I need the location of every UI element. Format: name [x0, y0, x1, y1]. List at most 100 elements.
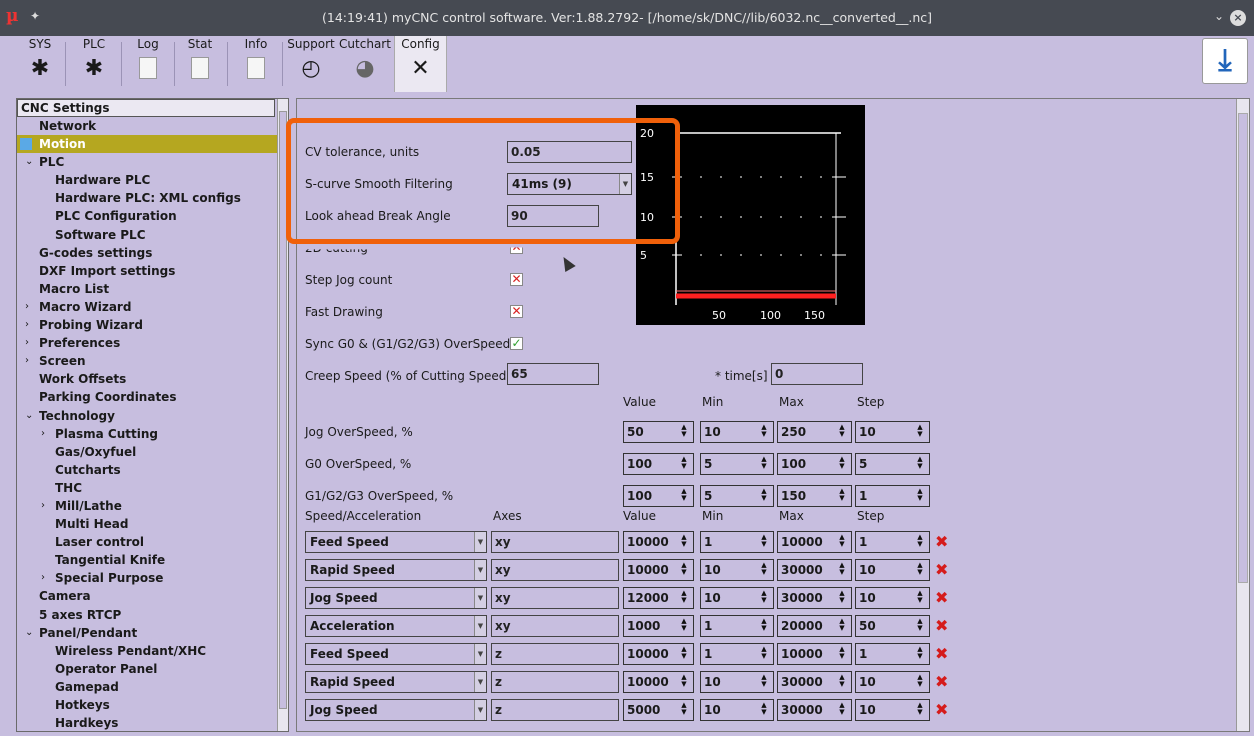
speed-max-spin[interactable]: 10000 ▲ ▼: [777, 531, 852, 553]
settings-tree[interactable]: CNC Settings Network Motion ⌄ PLC Hardware P…: [16, 98, 289, 732]
overspeed-step-spin[interactable]: 5 ▲ ▼: [855, 453, 930, 475]
overspeed-value-spin[interactable]: 100 ▲ ▼: [623, 485, 694, 507]
chevron-down-icon[interactable]: ⌄: [1214, 9, 1224, 23]
collapse-icon[interactable]: ›: [41, 569, 45, 587]
time-input[interactable]: 0: [771, 363, 863, 385]
tree-item[interactable]: ⌄ Panel/Pendant: [17, 624, 288, 642]
expand-icon[interactable]: ⌄: [25, 153, 33, 171]
speed-max-spin[interactable]: 10000 ▲ ▼: [777, 643, 852, 665]
collapse-icon[interactable]: ›: [25, 316, 29, 334]
fast-drawing-checkbox[interactable]: ✕: [510, 305, 523, 318]
spin-arrows-icon[interactable]: ▲ ▼: [677, 534, 691, 550]
overspeed-min-spin[interactable]: 5 ▲ ▼: [700, 453, 774, 475]
spin-arrows-icon[interactable]: ▲ ▼: [835, 702, 849, 718]
overspeed-value-spin[interactable]: 100 ▲ ▼: [623, 453, 694, 475]
axes-input[interactable]: z: [491, 671, 619, 693]
overspeed-min-spin[interactable]: 5 ▲ ▼: [700, 485, 774, 507]
tree-item[interactable]: › Probing Wizard: [17, 316, 288, 334]
spin-arrows-icon[interactable]: ▲ ▼: [913, 674, 927, 690]
tree-item[interactable]: Operator Panel: [17, 660, 288, 678]
axes-input[interactable]: xy: [491, 587, 619, 609]
tree-item[interactable]: Software PLC: [17, 226, 288, 244]
tree-item[interactable]: Gas/Oxyfuel: [17, 443, 288, 461]
tree-item[interactable]: Work Offsets: [17, 370, 288, 388]
delete-row-icon[interactable]: ✖: [935, 560, 948, 579]
spin-arrows-icon[interactable]: ▲ ▼: [913, 562, 927, 578]
speed-min-spin[interactable]: 10 ▲ ▼: [700, 671, 774, 693]
toolbar-sys-button[interactable]: SYS ✱: [20, 36, 60, 92]
spin-arrows-icon[interactable]: ▲ ▼: [757, 618, 771, 634]
spin-arrows-icon[interactable]: ▲ ▼: [835, 618, 849, 634]
spin-arrows-icon[interactable]: ▲ ▼: [913, 488, 927, 504]
axes-input[interactable]: xy: [491, 531, 619, 553]
spin-arrows-icon[interactable]: ▲ ▼: [677, 674, 691, 690]
spin-arrows-icon[interactable]: ▲ ▼: [677, 618, 691, 634]
speed-min-spin[interactable]: 10 ▲ ▼: [700, 587, 774, 609]
tree-item[interactable]: Hardkeys: [17, 714, 288, 731]
spin-arrows-icon[interactable]: ▲ ▼: [757, 488, 771, 504]
tree-item[interactable]: Multi Head: [17, 515, 288, 533]
speed-type-select[interactable]: Feed Speed ▼: [305, 531, 487, 553]
delete-row-icon[interactable]: ✖: [935, 588, 948, 607]
delete-row-icon[interactable]: ✖: [935, 700, 948, 719]
tree-item[interactable]: Cutcharts: [17, 461, 288, 479]
sync-checkbox[interactable]: ✓: [510, 337, 523, 350]
axes-input[interactable]: xy: [491, 615, 619, 637]
speed-min-spin[interactable]: 1 ▲ ▼: [700, 531, 774, 553]
spin-arrows-icon[interactable]: ▲ ▼: [913, 456, 927, 472]
tree-item[interactable]: Camera: [17, 587, 288, 605]
speed-max-spin[interactable]: 20000 ▲ ▼: [777, 615, 852, 637]
overspeed-max-spin[interactable]: 150 ▲ ▼: [777, 485, 852, 507]
speed-min-spin[interactable]: 10 ▲ ▼: [700, 559, 774, 581]
spin-arrows-icon[interactable]: ▲ ▼: [677, 646, 691, 662]
speed-max-spin[interactable]: 30000 ▲ ▼: [777, 671, 852, 693]
spin-arrows-icon[interactable]: ▲ ▼: [913, 590, 927, 606]
spin-arrows-icon[interactable]: ▲ ▼: [835, 456, 849, 472]
spin-arrows-icon[interactable]: ▲ ▼: [757, 534, 771, 550]
speed-step-spin[interactable]: 50 ▲ ▼: [855, 615, 930, 637]
speed-min-spin[interactable]: 1 ▲ ▼: [700, 615, 774, 637]
spin-arrows-icon[interactable]: ▲ ▼: [913, 702, 927, 718]
speed-type-select[interactable]: Rapid Speed ▼: [305, 559, 487, 581]
spin-arrows-icon[interactable]: ▲ ▼: [677, 424, 691, 440]
speed-type-select[interactable]: Jog Speed ▼: [305, 699, 487, 721]
tree-item[interactable]: › Preferences: [17, 334, 288, 352]
toolbar-support-button[interactable]: Support ◴: [286, 36, 336, 92]
speed-value-spin[interactable]: 12000 ▲ ▼: [623, 587, 694, 609]
tree-item[interactable]: Macro List: [17, 280, 288, 298]
speed-value-spin[interactable]: 10000 ▲ ▼: [623, 671, 694, 693]
tree-item[interactable]: Gamepad: [17, 678, 288, 696]
tree-item[interactable]: Parking Coordinates: [17, 388, 288, 406]
collapse-icon[interactable]: ›: [25, 352, 29, 370]
toolbar-plc-button[interactable]: PLC ✱: [74, 36, 114, 92]
spin-arrows-icon[interactable]: ▲ ▼: [677, 702, 691, 718]
toolbar-log-button[interactable]: Log: [128, 36, 168, 92]
spin-arrows-icon[interactable]: ▲ ▼: [757, 590, 771, 606]
tree-item[interactable]: › Screen: [17, 352, 288, 370]
axes-input[interactable]: z: [491, 643, 619, 665]
spin-arrows-icon[interactable]: ▲ ▼: [677, 562, 691, 578]
overspeed-step-spin[interactable]: 1 ▲ ▼: [855, 485, 930, 507]
toolbar-config-button[interactable]: Config ✕: [394, 36, 447, 92]
spin-arrows-icon[interactable]: ▲ ▼: [913, 618, 927, 634]
spin-arrows-icon[interactable]: ▲ ▼: [757, 424, 771, 440]
tree-item[interactable]: DXF Import settings: [17, 262, 288, 280]
spin-arrows-icon[interactable]: ▲ ▼: [835, 534, 849, 550]
download-icon[interactable]: ⤓: [1202, 38, 1248, 84]
collapse-icon[interactable]: ›: [25, 298, 29, 316]
tree-item[interactable]: › Special Purpose: [17, 569, 288, 587]
spin-arrows-icon[interactable]: ▲ ▼: [913, 646, 927, 662]
spin-arrows-icon[interactable]: ▲ ▼: [913, 534, 927, 550]
speed-min-spin[interactable]: 10 ▲ ▼: [700, 699, 774, 721]
overspeed-max-spin[interactable]: 100 ▲ ▼: [777, 453, 852, 475]
collapse-icon[interactable]: ›: [41, 425, 45, 443]
delete-row-icon[interactable]: ✖: [935, 616, 948, 635]
tree-item[interactable]: THC: [17, 479, 288, 497]
axes-input[interactable]: z: [491, 699, 619, 721]
toolbar-info-button[interactable]: Info: [236, 36, 276, 92]
tree-item[interactable]: Laser control: [17, 533, 288, 551]
speed-step-spin[interactable]: 10 ▲ ▼: [855, 699, 930, 721]
speed-step-spin[interactable]: 10 ▲ ▼: [855, 587, 930, 609]
spin-arrows-icon[interactable]: ▲ ▼: [835, 562, 849, 578]
spin-arrows-icon[interactable]: ▲ ▼: [757, 562, 771, 578]
